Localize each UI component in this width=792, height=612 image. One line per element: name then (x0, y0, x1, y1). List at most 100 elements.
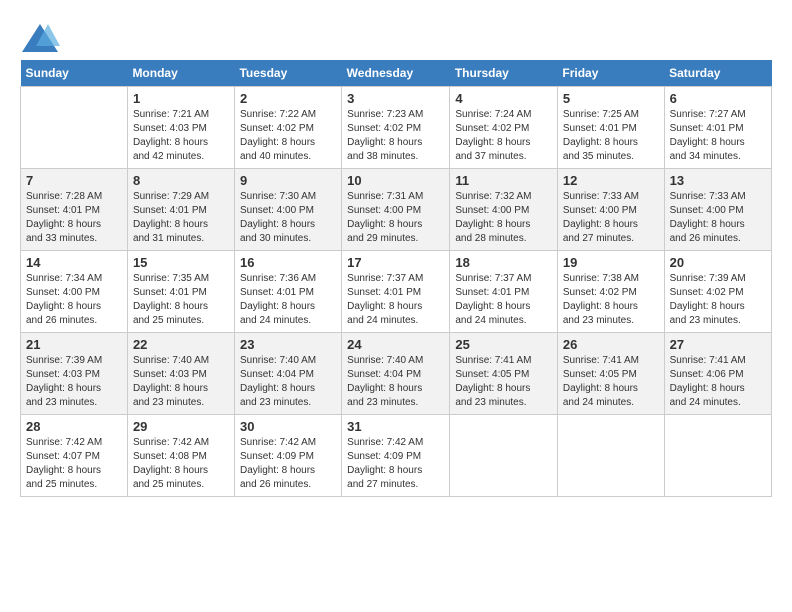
weekday-header-wednesday: Wednesday (342, 60, 450, 87)
calendar-cell: 5 Sunrise: 7:25 AM Sunset: 4:01 PM Daylig… (557, 87, 664, 169)
day-info: Sunrise: 7:34 AM Sunset: 4:00 PM Dayligh… (26, 272, 122, 328)
calendar-cell: 20 Sunrise: 7:39 AM Sunset: 4:02 PM Dayli… (664, 251, 771, 333)
day-info: Sunrise: 7:42 AM Sunset: 4:09 PM Dayligh… (240, 436, 336, 492)
weekday-header-saturday: Saturday (664, 60, 771, 87)
day-number: 10 (347, 173, 444, 188)
day-number: 8 (133, 173, 229, 188)
day-info: Sunrise: 7:42 AM Sunset: 4:07 PM Dayligh… (26, 436, 122, 492)
day-number: 24 (347, 337, 444, 352)
day-info: Sunrise: 7:39 AM Sunset: 4:02 PM Dayligh… (670, 272, 766, 328)
day-info: Sunrise: 7:40 AM Sunset: 4:04 PM Dayligh… (347, 354, 444, 410)
calendar-cell: 22 Sunrise: 7:40 AM Sunset: 4:03 PM Dayli… (127, 333, 234, 415)
day-number: 6 (670, 91, 766, 106)
day-info: Sunrise: 7:29 AM Sunset: 4:01 PM Dayligh… (133, 190, 229, 246)
day-number: 12 (563, 173, 659, 188)
calendar-cell (664, 415, 771, 497)
calendar-cell: 24 Sunrise: 7:40 AM Sunset: 4:04 PM Dayli… (342, 333, 450, 415)
calendar-cell: 28 Sunrise: 7:42 AM Sunset: 4:07 PM Dayli… (21, 415, 128, 497)
day-info: Sunrise: 7:38 AM Sunset: 4:02 PM Dayligh… (563, 272, 659, 328)
calendar-cell: 26 Sunrise: 7:41 AM Sunset: 4:05 PM Dayli… (557, 333, 664, 415)
day-info: Sunrise: 7:42 AM Sunset: 4:08 PM Dayligh… (133, 436, 229, 492)
day-number: 3 (347, 91, 444, 106)
day-number: 21 (26, 337, 122, 352)
day-info: Sunrise: 7:41 AM Sunset: 4:06 PM Dayligh… (670, 354, 766, 410)
calendar-cell: 10 Sunrise: 7:31 AM Sunset: 4:00 PM Dayli… (342, 169, 450, 251)
day-number: 15 (133, 255, 229, 270)
calendar-cell: 12 Sunrise: 7:33 AM Sunset: 4:00 PM Dayli… (557, 169, 664, 251)
day-number: 13 (670, 173, 766, 188)
day-info: Sunrise: 7:39 AM Sunset: 4:03 PM Dayligh… (26, 354, 122, 410)
calendar-cell: 23 Sunrise: 7:40 AM Sunset: 4:04 PM Dayli… (234, 333, 341, 415)
calendar-cell: 6 Sunrise: 7:27 AM Sunset: 4:01 PM Daylig… (664, 87, 771, 169)
day-info: Sunrise: 7:24 AM Sunset: 4:02 PM Dayligh… (455, 108, 552, 164)
calendar-cell: 18 Sunrise: 7:37 AM Sunset: 4:01 PM Dayli… (450, 251, 558, 333)
day-number: 23 (240, 337, 336, 352)
calendar-cell: 15 Sunrise: 7:35 AM Sunset: 4:01 PM Dayli… (127, 251, 234, 333)
day-number: 28 (26, 419, 122, 434)
calendar-cell: 27 Sunrise: 7:41 AM Sunset: 4:06 PM Dayli… (664, 333, 771, 415)
calendar-cell: 19 Sunrise: 7:38 AM Sunset: 4:02 PM Dayli… (557, 251, 664, 333)
day-info: Sunrise: 7:33 AM Sunset: 4:00 PM Dayligh… (563, 190, 659, 246)
day-number: 16 (240, 255, 336, 270)
day-info: Sunrise: 7:33 AM Sunset: 4:00 PM Dayligh… (670, 190, 766, 246)
calendar-cell: 16 Sunrise: 7:36 AM Sunset: 4:01 PM Dayli… (234, 251, 341, 333)
day-number: 22 (133, 337, 229, 352)
calendar-cell: 11Sunrise: 7:32 AM Sunset: 4:00 PM Dayli… (450, 169, 558, 251)
day-info: Sunrise: 7:40 AM Sunset: 4:04 PM Dayligh… (240, 354, 336, 410)
calendar-table: SundayMondayTuesdayWednesdayThursdayFrid… (20, 60, 772, 497)
day-number: 26 (563, 337, 659, 352)
day-info: Sunrise: 7:30 AM Sunset: 4:00 PM Dayligh… (240, 190, 336, 246)
day-info: Sunrise: 7:37 AM Sunset: 4:01 PM Dayligh… (455, 272, 552, 328)
day-info: Sunrise: 7:35 AM Sunset: 4:01 PM Dayligh… (133, 272, 229, 328)
day-number: 14 (26, 255, 122, 270)
weekday-header-friday: Friday (557, 60, 664, 87)
calendar-cell: 30Sunrise: 7:42 AM Sunset: 4:09 PM Dayli… (234, 415, 341, 497)
day-number: 4 (455, 91, 552, 106)
calendar-cell: 9 Sunrise: 7:30 AM Sunset: 4:00 PM Daylig… (234, 169, 341, 251)
page-header (20, 20, 772, 50)
day-info: Sunrise: 7:27 AM Sunset: 4:01 PM Dayligh… (670, 108, 766, 164)
day-number: 1 (133, 91, 229, 106)
logo-icon (20, 20, 50, 50)
day-number: 17 (347, 255, 444, 270)
calendar-cell (450, 415, 558, 497)
calendar-cell (21, 87, 128, 169)
day-number: 9 (240, 173, 336, 188)
day-number: 7 (26, 173, 122, 188)
calendar-cell: 8 Sunrise: 7:29 AM Sunset: 4:01 PM Daylig… (127, 169, 234, 251)
day-info: Sunrise: 7:31 AM Sunset: 4:00 PM Dayligh… (347, 190, 444, 246)
day-number: 31 (347, 419, 444, 434)
calendar-cell: 13 Sunrise: 7:33 AM Sunset: 4:00 PM Dayli… (664, 169, 771, 251)
day-info: Sunrise: 7:22 AM Sunset: 4:02 PM Dayligh… (240, 108, 336, 164)
weekday-header-tuesday: Tuesday (234, 60, 341, 87)
day-number: 20 (670, 255, 766, 270)
day-info: Sunrise: 7:36 AM Sunset: 4:01 PM Dayligh… (240, 272, 336, 328)
calendar-cell: 29 Sunrise: 7:42 AM Sunset: 4:08 PM Dayli… (127, 415, 234, 497)
day-number: 27 (670, 337, 766, 352)
day-number: 2 (240, 91, 336, 106)
calendar-cell: 2 Sunrise: 7:22 AM Sunset: 4:02 PM Daylig… (234, 87, 341, 169)
day-info: Sunrise: 7:41 AM Sunset: 4:05 PM Dayligh… (563, 354, 659, 410)
day-info: Sunrise: 7:21 AM Sunset: 4:03 PM Dayligh… (133, 108, 229, 164)
weekday-header-thursday: Thursday (450, 60, 558, 87)
day-info: Sunrise: 7:25 AM Sunset: 4:01 PM Dayligh… (563, 108, 659, 164)
day-info: Sunrise: 7:40 AM Sunset: 4:03 PM Dayligh… (133, 354, 229, 410)
day-info: Sunrise: 7:23 AM Sunset: 4:02 PM Dayligh… (347, 108, 444, 164)
calendar-cell (557, 415, 664, 497)
calendar-cell: 4 Sunrise: 7:24 AM Sunset: 4:02 PM Daylig… (450, 87, 558, 169)
calendar-cell: 1 Sunrise: 7:21 AM Sunset: 4:03 PM Daylig… (127, 87, 234, 169)
day-number: 29 (133, 419, 229, 434)
day-info: Sunrise: 7:42 AM Sunset: 4:09 PM Dayligh… (347, 436, 444, 492)
day-number: 19 (563, 255, 659, 270)
calendar-cell: 17Sunrise: 7:37 AM Sunset: 4:01 PM Dayli… (342, 251, 450, 333)
calendar-cell: 31 Sunrise: 7:42 AM Sunset: 4:09 PM Dayli… (342, 415, 450, 497)
day-number: 5 (563, 91, 659, 106)
day-info: Sunrise: 7:32 AM Sunset: 4:00 PM Dayligh… (455, 190, 552, 246)
day-number: 25 (455, 337, 552, 352)
calendar-cell: 7Sunrise: 7:28 AM Sunset: 4:01 PM Daylig… (21, 169, 128, 251)
weekday-header-monday: Monday (127, 60, 234, 87)
calendar-cell: 3 Sunrise: 7:23 AM Sunset: 4:02 PM Daylig… (342, 87, 450, 169)
calendar-cell: 21 Sunrise: 7:39 AM Sunset: 4:03 PM Dayli… (21, 333, 128, 415)
day-number: 18 (455, 255, 552, 270)
logo (20, 20, 52, 50)
